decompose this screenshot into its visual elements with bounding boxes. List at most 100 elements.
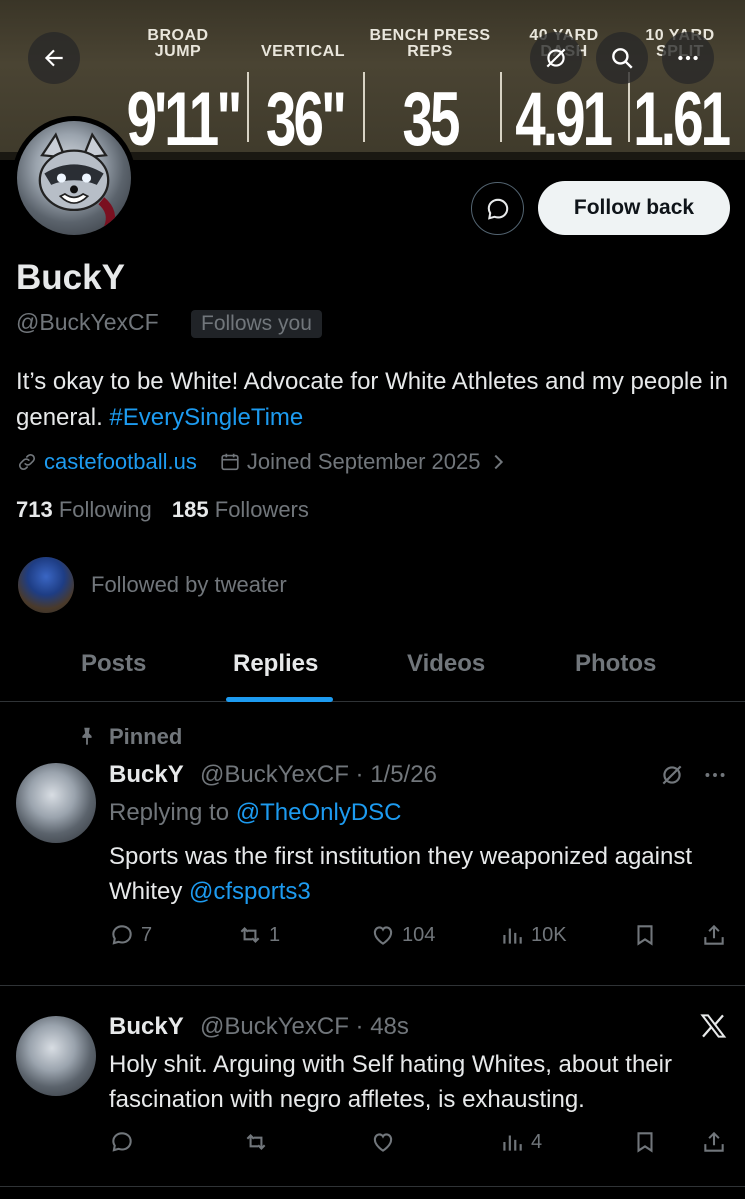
calendar-icon [221,453,239,471]
like-button[interactable]: 104 [370,922,435,948]
search-icon [612,48,633,69]
reply-button[interactable]: 7 [109,922,152,948]
post-actions: 4 [109,1129,729,1159]
grok-button[interactable] [530,32,582,84]
active-tab-indicator [226,697,333,702]
more-icon [678,55,698,61]
x-logo-icon [700,1014,727,1038]
repost-count: 1 [269,923,281,946]
follow-back-button[interactable]: Follow back [538,181,730,235]
stat-value: 1.61 [633,77,731,160]
share-button[interactable] [701,1129,727,1155]
reply-icon [112,1132,132,1152]
stat-label: BENCH PRESS REPS [369,27,491,60]
grok-icon [546,48,566,68]
stat-label: BROAD JUMP [147,27,209,60]
tab-replies[interactable]: Replies [233,650,318,678]
analytics-icon [503,928,522,944]
post-text: Holy shit. Arguing with Self hating Whit… [109,1051,672,1113]
divider [0,1186,745,1187]
more-button[interactable] [662,32,714,84]
followers-count: 185 [171,497,209,522]
replying-to: Replying to @TheOnlyDSC [109,799,402,827]
share-icon [704,1131,724,1152]
stat-vertical: VERTICAL [253,44,353,60]
avatar-image [17,121,131,235]
profile-meta: castefootball.us Joined September 2025 [16,448,509,476]
following-label: Following [58,497,152,522]
bookmark-button[interactable] [632,1129,658,1155]
post-author-avatar[interactable] [16,763,96,843]
website-link[interactable]: castefootball.us [44,449,197,475]
stat-label: VERTICAL [261,43,345,60]
pin-icon [82,727,92,746]
user-handle: @BuckYexCF [16,309,159,335]
post-mention[interactable]: @cfsports3 [189,878,311,905]
stat-value-wrap: 1.61 [615,82,745,158]
profile-avatar[interactable] [12,116,136,240]
bio-hashtag-link[interactable]: #EverySingleTime [109,404,303,431]
post-item[interactable]: BuckY @BuckYexCF · 48s Holy shit. Arguin… [0,986,745,1186]
repost-icon [246,1134,266,1150]
grok-icon[interactable] [659,762,685,788]
link-icon [18,453,36,471]
repost-icon [240,927,260,943]
stat-value-wrap: 35 [365,82,495,158]
raccoon-mascot-icon [38,132,116,230]
repost-button[interactable]: 1 [237,922,280,948]
more-icon[interactable] [702,762,728,788]
share-icon [704,924,724,945]
bookmark-button[interactable] [632,922,658,948]
chat-bubble-icon [487,198,508,220]
profile-tabs: Posts Replies Videos Photos [0,630,745,702]
display-name: BuckY [16,258,125,297]
followers-count-link[interactable]: 185 Followers [172,497,309,522]
views-button[interactable]: 4 [499,1129,542,1155]
replying-to-mention[interactable]: @TheOnlyDSC [236,799,402,826]
reply-count: 7 [141,923,153,946]
stat-value-wrap: 36" [230,82,380,158]
arrow-left-icon [44,49,63,67]
follow-counts: 713 Following 185 Followers [16,497,309,523]
stat-value: 35 [402,77,460,160]
repost-button[interactable] [243,1129,269,1155]
like-button[interactable] [370,1129,396,1155]
view-count: 4 [531,1130,543,1153]
bookmark-icon [637,1132,653,1153]
heart-icon [373,926,393,945]
tab-videos[interactable]: Videos [407,650,485,678]
share-button[interactable] [701,922,727,948]
tab-posts[interactable]: Posts [81,650,146,678]
post-author-avatar[interactable] [16,1016,96,1096]
search-button[interactable] [596,32,648,84]
post-item[interactable]: Pinned BuckY @BuckYexCF · 1/5/26 Replyin… [0,703,745,985]
views-button[interactable]: 10K [499,922,567,948]
tab-photos[interactable]: Photos [575,650,656,678]
post-author-name[interactable]: BuckY [109,761,184,789]
stat-broad-jump: BROAD JUMP [128,28,228,60]
post-text: Sports was the first institution they we… [109,839,729,909]
heart-icon [373,1133,393,1152]
stat-value: 4.91 [515,77,613,160]
stat-value: 36" [265,77,347,160]
post-actions: 7 1 104 10K [109,922,729,952]
pinned-label: Pinned [109,724,183,749]
chevron-right-icon[interactable] [487,451,509,473]
followed-by-row[interactable]: Followed by tweater [18,557,287,613]
follows-you-badge: Follows you [191,310,322,338]
reply-icon [112,925,132,945]
bookmark-icon [637,925,653,946]
post-handle-time: @BuckYexCF · 48s [200,1013,409,1040]
reply-button[interactable] [109,1129,135,1155]
stat-bench: BENCH PRESS REPS [368,28,492,60]
back-button[interactable] [28,32,80,84]
like-count: 104 [402,923,436,946]
message-button[interactable] [471,182,524,235]
following-count-link[interactable]: 713 Following [16,497,152,522]
post-author-name[interactable]: BuckY [109,1013,184,1041]
stat-value-wrap: 4.91 [497,82,627,158]
joined-date[interactable]: Joined September 2025 [247,449,481,475]
post-handle-time: @BuckYexCF · 1/5/26 [200,761,437,788]
follower-avatar [18,557,74,613]
followers-label: Followers [214,497,309,522]
